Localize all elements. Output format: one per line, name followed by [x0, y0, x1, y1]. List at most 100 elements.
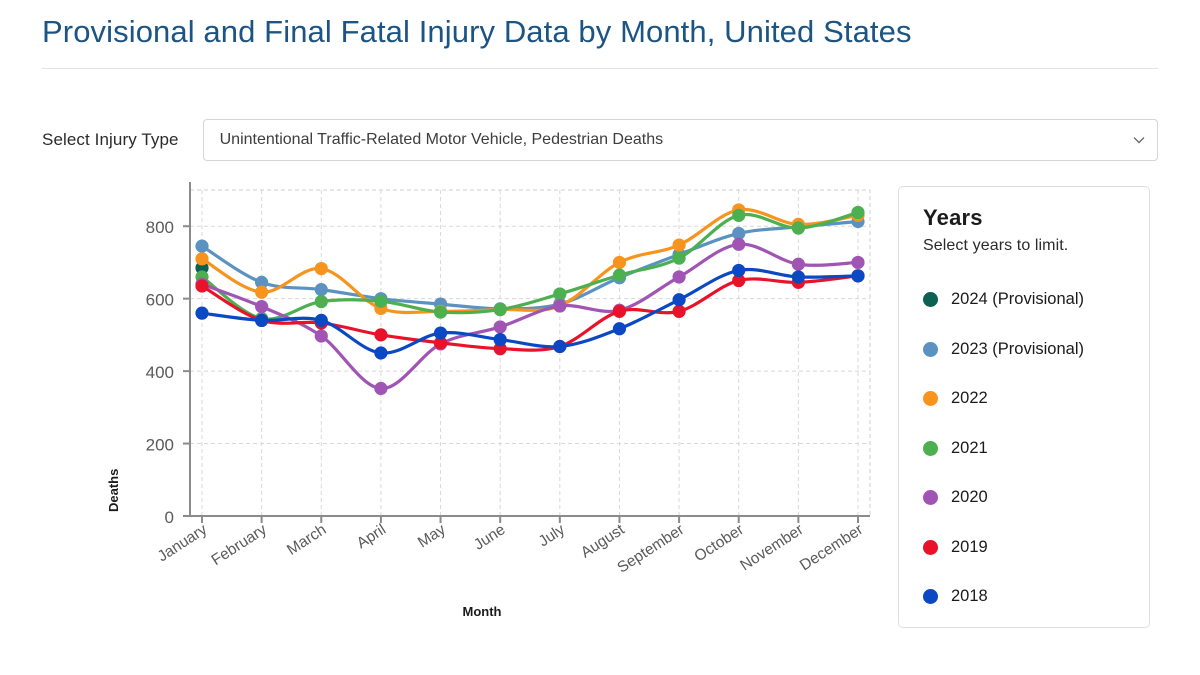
legend-color-dot — [923, 342, 938, 357]
series-line — [202, 209, 858, 312]
data-point[interactable] — [613, 269, 626, 282]
series-2023-provisional — [195, 215, 864, 315]
x-tick-label: September — [614, 521, 687, 577]
y-tick-label: 200 — [146, 436, 174, 455]
data-point[interactable] — [613, 305, 626, 318]
page-root: { "header": { "title": "Provisional and … — [0, 0, 1200, 675]
data-point[interactable] — [792, 270, 805, 283]
y-tick-label: 400 — [146, 363, 174, 382]
legend-item-label: 2019 — [951, 538, 988, 557]
legend-color-dot — [923, 441, 938, 456]
x-tick-label: January — [155, 521, 211, 565]
data-point[interactable] — [672, 305, 685, 318]
legend-color-dot — [923, 391, 938, 406]
chart-x-axis-label: Month — [42, 604, 922, 619]
line-chart: 0 200 400 600 800 JanuaryFebruary March April Ma… — [42, 182, 882, 602]
legend-item-label: 2020 — [951, 488, 988, 507]
legend-item-2018[interactable]: 2018 — [923, 572, 1129, 622]
data-point[interactable] — [732, 238, 745, 251]
legend-item-list: 2024 (Provisional) 2023 (Provisional) 2022… — [923, 275, 1129, 622]
data-point[interactable] — [494, 320, 507, 333]
injury-type-select[interactable]: Unintentional Traffic-Related Motor Vehi… — [203, 119, 1158, 161]
data-point[interactable] — [315, 329, 328, 342]
data-point[interactable] — [374, 346, 387, 359]
data-point[interactable] — [255, 300, 268, 313]
chevron-down-icon[interactable] — [1133, 134, 1145, 146]
data-point[interactable] — [195, 240, 208, 253]
legend-title: Years — [923, 205, 1129, 231]
y-tick-label: 0 — [165, 508, 174, 527]
data-point[interactable] — [553, 287, 566, 300]
legend-item-label: 2024 (Provisional) — [951, 290, 1084, 309]
x-tick-label: June — [471, 521, 508, 554]
legend-item-2019[interactable]: 2019 — [923, 523, 1129, 573]
legend-item-label: 2022 — [951, 389, 988, 408]
data-point[interactable] — [553, 299, 566, 312]
plot-border — [190, 190, 870, 516]
series-line — [202, 244, 858, 388]
data-point[interactable] — [255, 314, 268, 327]
data-point[interactable] — [672, 270, 685, 283]
legend-item-2021[interactable]: 2021 — [923, 424, 1129, 474]
x-tick-label: April — [354, 521, 389, 552]
x-tick-label: July — [536, 521, 569, 550]
x-tick-label: December — [797, 521, 866, 574]
data-point[interactable] — [672, 251, 685, 264]
injury-type-selected-value: Unintentional Traffic-Related Motor Vehi… — [220, 131, 664, 149]
data-point[interactable] — [434, 326, 447, 339]
page-title: Provisional and Final Fatal Injury Data … — [42, 14, 1158, 50]
data-point[interactable] — [315, 314, 328, 327]
legend-item-label: 2023 (Provisional) — [951, 340, 1084, 359]
legend-subtitle: Select years to limit. — [923, 237, 1129, 255]
data-point[interactable] — [255, 286, 268, 299]
legend-color-dot — [923, 490, 938, 505]
x-tick-label: August — [578, 521, 628, 562]
x-tick-label: November — [737, 521, 806, 574]
chart-container: Deaths Month 0200400600800JanuaryFebruar… — [42, 182, 882, 637]
series-line — [202, 212, 858, 319]
series-2022 — [195, 203, 864, 318]
legend-item-label: 2021 — [951, 439, 988, 458]
data-point[interactable] — [672, 238, 685, 251]
data-point[interactable] — [494, 333, 507, 346]
years-legend-panel: Years Select years to limit. 2024 (Provi… — [898, 186, 1150, 628]
legend-item-2023-provisional[interactable]: 2023 (Provisional) — [923, 325, 1129, 375]
x-tick-label: May — [415, 521, 449, 551]
data-point[interactable] — [732, 209, 745, 222]
x-tick-label: March — [284, 521, 329, 559]
data-point[interactable] — [195, 252, 208, 265]
y-tick-label: 600 — [146, 291, 174, 310]
data-point[interactable] — [195, 307, 208, 320]
data-point[interactable] — [434, 305, 447, 318]
legend-item-label: 2018 — [951, 587, 988, 606]
injury-type-selector-row: Select Injury Type Unintentional Traffic… — [42, 118, 1158, 162]
data-point[interactable] — [851, 256, 864, 269]
data-point[interactable] — [374, 295, 387, 308]
legend-color-dot — [923, 540, 938, 555]
data-point[interactable] — [732, 264, 745, 277]
data-point[interactable] — [553, 340, 566, 353]
legend-color-dot — [923, 292, 938, 307]
data-point[interactable] — [792, 258, 805, 271]
data-point[interactable] — [851, 206, 864, 219]
data-point[interactable] — [494, 303, 507, 316]
page-header: Provisional and Final Fatal Injury Data … — [42, 14, 1158, 69]
legend-item-2020[interactable]: 2020 — [923, 473, 1129, 523]
data-point[interactable] — [315, 283, 328, 296]
legend-item-2022[interactable]: 2022 — [923, 374, 1129, 424]
legend-item-2024-provisional[interactable]: 2024 (Provisional) — [923, 275, 1129, 325]
data-point[interactable] — [672, 293, 685, 306]
legend-color-dot — [923, 589, 938, 604]
data-point[interactable] — [374, 328, 387, 341]
x-tick-label: February — [209, 521, 270, 569]
data-point[interactable] — [613, 322, 626, 335]
y-tick-label: 800 — [146, 218, 174, 237]
data-point[interactable] — [374, 382, 387, 395]
data-point[interactable] — [315, 295, 328, 308]
series-line — [202, 222, 858, 309]
data-point[interactable] — [792, 221, 805, 234]
data-point[interactable] — [851, 269, 864, 282]
data-point[interactable] — [195, 279, 208, 292]
data-point[interactable] — [315, 262, 328, 275]
data-point[interactable] — [613, 256, 626, 269]
